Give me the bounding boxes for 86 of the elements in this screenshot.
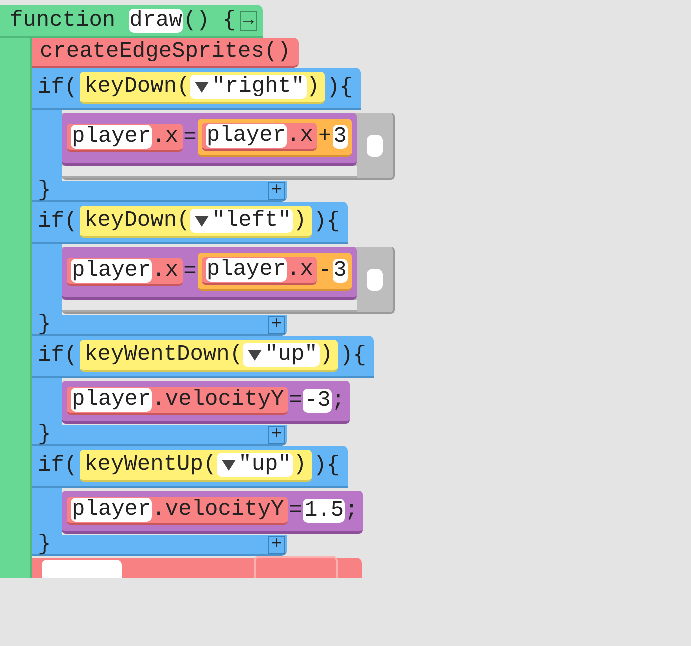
semicolon-label: ; [345,499,358,523]
function-keyword: function [10,9,116,33]
function-block[interactable]: function draw() { → [0,5,264,38]
paren-label: ( [230,343,244,367]
paren-label: ) [293,453,307,477]
add-else-button[interactable]: + [268,536,285,554]
math-block[interactable]: player.x +3 [198,119,352,157]
if-block[interactable]: if( keyWentDown( "up") ){ [32,336,374,378]
paren-label: ) [306,75,320,99]
brace-label: } [38,178,52,202]
condition-block[interactable]: keyWentDown( "up") [80,340,338,372]
brace-label: } [38,532,52,556]
paren-label: ( [177,75,190,99]
key-dropdown[interactable]: "left" [190,209,294,233]
if-block-footer[interactable]: } + [32,425,287,446]
function-name: keyWentDown [84,343,230,367]
function-name: keyDown [84,75,178,99]
paren-label: () { [183,9,236,33]
add-else-button[interactable]: + [268,316,285,334]
property-label: .velocityY [152,388,284,412]
condition-block[interactable]: keyWentUp( "up") [80,450,312,482]
property-block[interactable]: player.x [202,257,318,285]
assignment-block[interactable]: player.x = player.x +3 [62,113,357,166]
assignment-block[interactable]: player.velocityY =1.5; [62,491,364,534]
brace-label: ){ [314,454,340,478]
paren-label: ) [320,343,334,367]
key-dropdown[interactable]: "up" [243,343,320,367]
if-keyword: if( [38,344,78,368]
condition-block[interactable]: keyDown( "left") [80,206,312,238]
property-label: .x [152,125,179,149]
function-call-block[interactable]: createEdgeSprites() [32,38,299,68]
operator-label: = [288,499,304,523]
property-block[interactable]: player.velocityY [67,497,288,525]
paren-label: ( [177,209,190,233]
variable-field[interactable]: player [206,124,288,148]
if-block[interactable]: if( keyDown( "left") ){ [32,202,348,244]
if-block-footer[interactable]: } + [32,535,287,556]
brace-label: ){ [326,76,354,100]
if-block-footer[interactable]: } + [32,181,287,202]
number-field[interactable]: 3 [332,125,348,149]
property-label: .velocityY [152,498,284,522]
add-else-button[interactable]: + [268,426,285,444]
variable-field[interactable]: player [71,259,152,283]
variable-field[interactable]: player [71,498,152,522]
property-block[interactable]: player.x [67,258,183,286]
if-keyword: if( [38,454,78,478]
semicolon-label: ; [332,389,346,413]
if-keyword: if( [38,210,78,234]
brace-label: ){ [340,344,366,368]
variable-field[interactable]: player [71,388,152,412]
key-dropdown[interactable]: "right" [190,75,307,99]
property-label: .x [287,258,314,282]
paren-label: ( [203,453,217,477]
operator-label: = [182,260,198,284]
if-block[interactable]: if( keyWentUp( "up") ){ [32,446,348,488]
brace-label: } [38,422,52,446]
math-block[interactable]: player.x -3 [198,253,352,291]
if-block[interactable]: if( keyDown( "right") ){ [32,68,362,110]
number-field[interactable]: 1.5 [303,499,346,523]
number-field[interactable]: 3 [332,259,348,283]
operator-label: + [317,125,333,149]
variable-field[interactable]: player [71,125,152,149]
property-block[interactable]: player.x [67,124,183,152]
property-block[interactable]: player.velocityY [67,387,288,415]
key-dropdown[interactable]: "up" [216,453,294,477]
operator-label: = [182,126,198,150]
operator-label: = [288,389,304,413]
operator-label: - [317,259,333,283]
brace-label: ){ [314,210,340,234]
property-block[interactable]: player.x [202,123,318,151]
brace-label: } [38,312,52,336]
function-name-field[interactable]: draw [128,9,184,33]
variable-field[interactable]: player [206,258,288,282]
if-keyword: if( [38,76,78,100]
collapse-button[interactable]: → [240,11,258,31]
assignment-block[interactable]: player.velocityY =-3; [62,381,350,424]
assignment-block[interactable]: player.x = player.x -3 [62,247,357,300]
property-label: .x [152,259,179,283]
function-name: keyWentUp [84,453,204,477]
if-block-footer[interactable]: } + [32,315,287,336]
condition-block[interactable]: keyDown( "right") [80,72,325,104]
function-name: keyDown [84,209,178,233]
paren-label: ) [293,209,307,233]
number-field[interactable]: -3 [303,389,332,413]
property-label: .x [287,124,314,148]
add-else-button[interactable]: + [268,182,285,200]
